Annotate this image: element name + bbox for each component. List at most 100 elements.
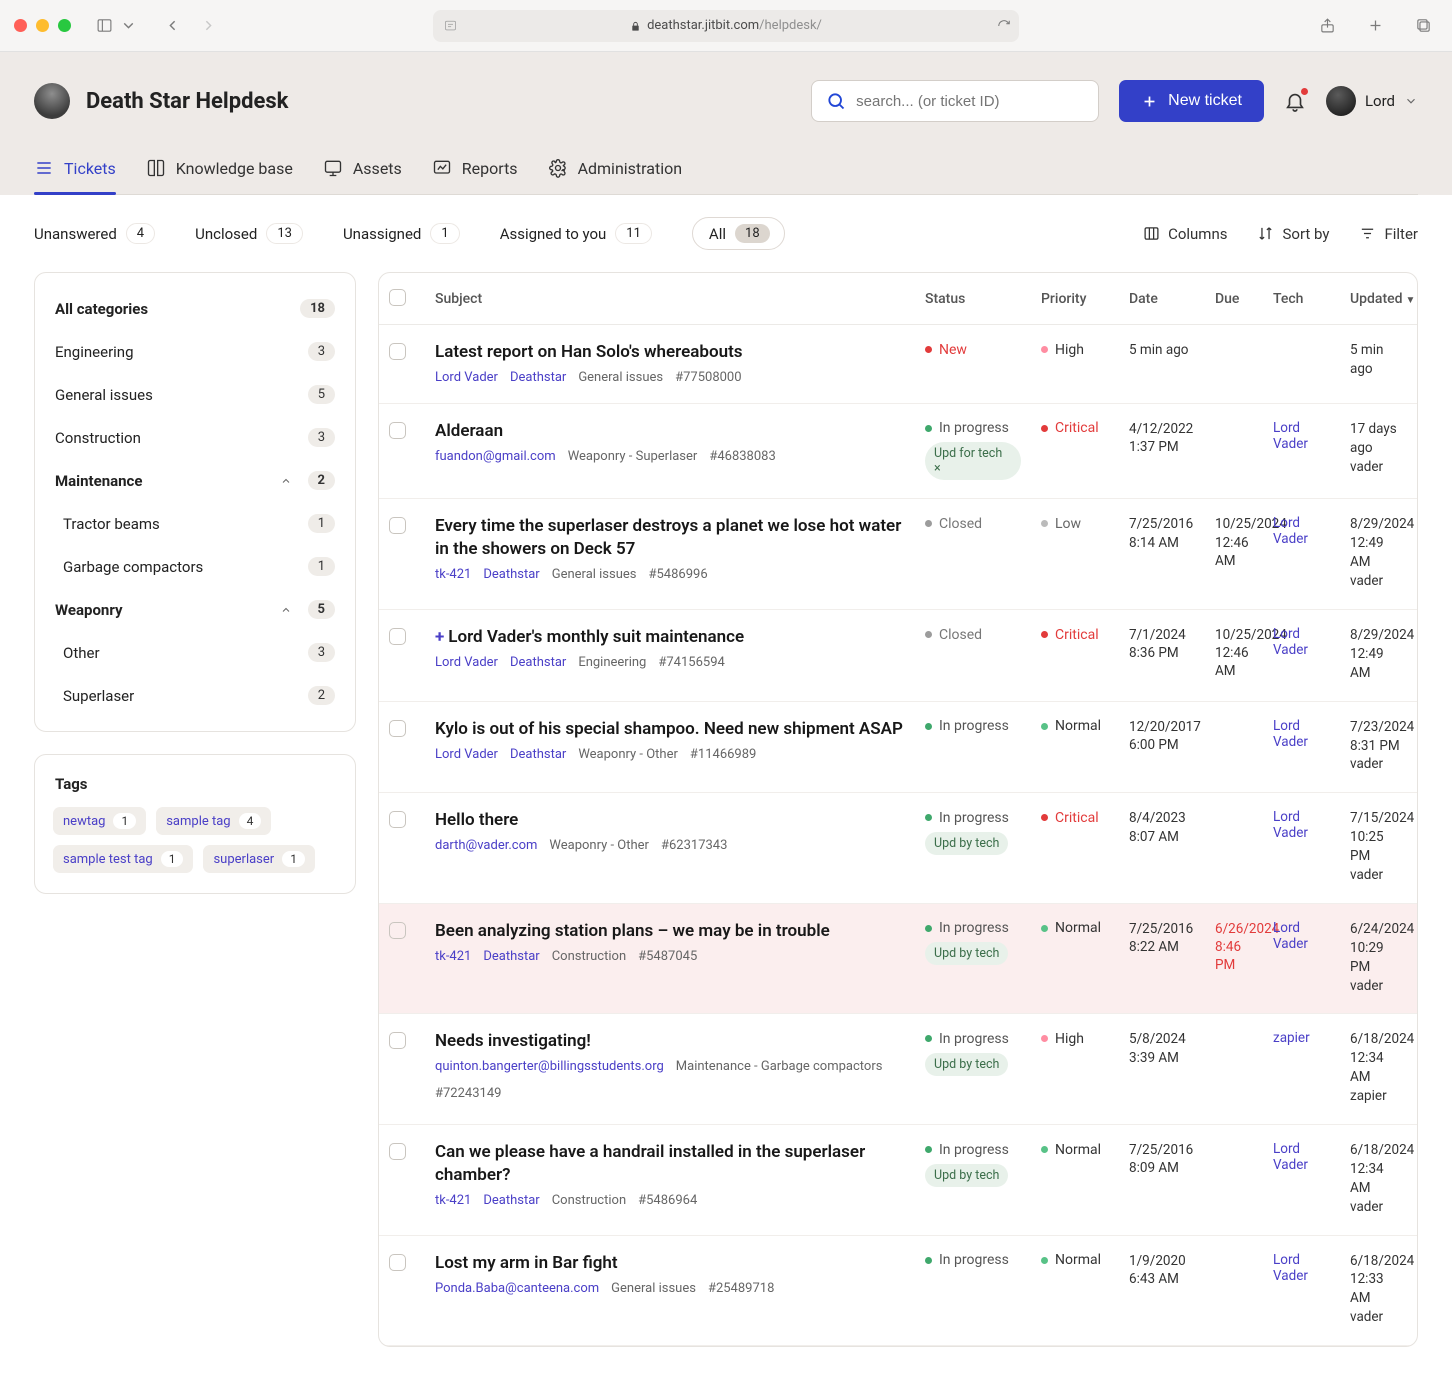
share-icon[interactable]	[1312, 11, 1342, 41]
new-ticket-button[interactable]: New ticket	[1119, 80, 1264, 122]
category-weaponry[interactable]: Weaponry5	[51, 588, 339, 631]
tab-tickets[interactable]: Tickets	[34, 144, 116, 194]
table-row[interactable]: Alderaan fuandon@gmail.comWeaponry - Sup…	[379, 403, 1417, 499]
row-checkbox[interactable]	[389, 922, 406, 939]
table-row[interactable]: +Lord Vader's monthly suit maintenance L…	[379, 610, 1417, 702]
close-window[interactable]	[14, 19, 27, 32]
ticket-title[interactable]: Can we please have a handrail installed …	[435, 1141, 905, 1187]
forward-button[interactable]	[193, 11, 223, 41]
tech-link[interactable]: Lord Vader	[1273, 920, 1308, 952]
search-box[interactable]	[811, 80, 1099, 122]
category-superlaser[interactable]: Superlaser2	[51, 674, 339, 717]
tech-link[interactable]: Lord Vader	[1273, 809, 1308, 841]
row-checkbox[interactable]	[389, 422, 406, 439]
ticket-title[interactable]: Every time the superlaser destroys a pla…	[435, 515, 905, 561]
tech-cell: Lord Vader	[1263, 701, 1340, 793]
chevron-up-icon[interactable]	[280, 604, 292, 616]
reload-icon[interactable]	[997, 19, 1011, 33]
tech-link[interactable]: Lord Vader	[1273, 1252, 1308, 1284]
ticket-title[interactable]: Needs investigating!	[435, 1030, 905, 1053]
table-row[interactable]: Latest report on Han Solo's whereabouts …	[379, 325, 1417, 404]
ticket-title[interactable]: +Lord Vader's monthly suit maintenance	[435, 626, 905, 649]
chevron-up-icon[interactable]	[280, 475, 292, 487]
tech-link[interactable]: Lord Vader	[1273, 718, 1308, 750]
table-row[interactable]: Can we please have a handrail installed …	[379, 1125, 1417, 1236]
gear-icon	[548, 158, 568, 178]
user-menu[interactable]: Lord	[1326, 86, 1418, 116]
col-priority[interactable]: Priority	[1031, 273, 1119, 325]
category-construction[interactable]: Construction3	[51, 416, 339, 459]
columns-button[interactable]: Columns	[1143, 225, 1227, 243]
notifications-button[interactable]	[1284, 90, 1306, 112]
filter-unclosed[interactable]: Unclosed13	[195, 223, 303, 244]
chevron-down-icon[interactable]	[119, 11, 137, 41]
filter-unassigned[interactable]: Unassigned1	[343, 223, 460, 244]
zoom-window[interactable]	[58, 19, 71, 32]
new-tab-icon[interactable]	[1360, 11, 1390, 41]
tag-chip[interactable]: newtag1	[53, 807, 146, 835]
filter-unanswered[interactable]: Unanswered4	[34, 223, 155, 244]
row-checkbox[interactable]	[389, 628, 406, 645]
tabs-icon[interactable]	[1408, 11, 1438, 41]
row-checkbox[interactable]	[389, 343, 406, 360]
row-checkbox[interactable]	[389, 1032, 406, 1049]
minimize-window[interactable]	[36, 19, 49, 32]
search-input[interactable]	[856, 93, 1084, 110]
category-maintenance[interactable]: Maintenance2	[51, 459, 339, 502]
col-due[interactable]: Due	[1205, 273, 1263, 325]
category-tractor-beams[interactable]: Tractor beams1	[51, 502, 339, 545]
tab-reports[interactable]: Reports	[432, 144, 518, 194]
row-checkbox[interactable]	[389, 1254, 406, 1271]
table-row[interactable]: Needs investigating! quinton.bangerter@b…	[379, 1014, 1417, 1125]
tech-cell: Lord Vader	[1263, 1235, 1340, 1346]
tag-chip[interactable]: superlaser1	[203, 845, 314, 873]
ticket-title[interactable]: Kylo is out of his special shampoo. Need…	[435, 718, 905, 741]
row-checkbox[interactable]	[389, 1143, 406, 1160]
ticket-title[interactable]: Been analyzing station plans – we may be…	[435, 920, 905, 943]
tech-link[interactable]: Lord Vader	[1273, 626, 1308, 658]
sub-status-badge: Upd by tech	[925, 942, 1008, 965]
sort-by-button[interactable]: Sort by	[1257, 225, 1329, 243]
ticket-title[interactable]: Lost my arm in Bar fight	[435, 1252, 905, 1275]
table-row[interactable]: Lost my arm in Bar fight Ponda.Baba@cant…	[379, 1235, 1417, 1346]
tech-link[interactable]: zapier	[1273, 1030, 1310, 1046]
select-all-checkbox[interactable]	[389, 289, 406, 306]
filter-button[interactable]: Filter	[1359, 225, 1418, 243]
ticket-title[interactable]: Alderaan	[435, 420, 905, 443]
filter-assigned-to-you[interactable]: Assigned to you11	[500, 223, 652, 244]
category-engineering[interactable]: Engineering3	[51, 330, 339, 373]
reader-icon[interactable]	[443, 18, 458, 33]
table-row[interactable]: Been analyzing station plans – we may be…	[379, 903, 1417, 1014]
tag-chip[interactable]: sample test tag1	[53, 845, 193, 873]
tab-knowledge-base[interactable]: Knowledge base	[146, 144, 293, 194]
table-row[interactable]: Every time the superlaser destroys a pla…	[379, 499, 1417, 610]
address-bar[interactable]: deathstar.jitbit.com/helpdesk/	[433, 10, 1019, 42]
close-icon[interactable]: ×	[934, 461, 941, 476]
row-checkbox[interactable]	[389, 720, 406, 737]
table-row[interactable]: Kylo is out of his special shampoo. Need…	[379, 701, 1417, 793]
tag-chip[interactable]: sample tag4	[156, 807, 271, 835]
ticket-title[interactable]: Hello there	[435, 809, 905, 832]
col-tech[interactable]: Tech	[1263, 273, 1340, 325]
category-other[interactable]: Other3	[51, 631, 339, 674]
category-all[interactable]: All categories18	[51, 287, 339, 330]
category-general-issues[interactable]: General issues5	[51, 373, 339, 416]
tab-administration[interactable]: Administration	[548, 144, 683, 194]
col-status[interactable]: Status	[915, 273, 1031, 325]
col-date[interactable]: Date	[1119, 273, 1205, 325]
row-checkbox[interactable]	[389, 811, 406, 828]
tech-cell: Lord Vader	[1263, 403, 1340, 499]
table-row[interactable]: Hello there darth@vader.comWeaponry - Ot…	[379, 793, 1417, 904]
sidebar-toggle-icon[interactable]	[89, 11, 119, 41]
row-checkbox[interactable]	[389, 517, 406, 534]
category-garbage-compactors[interactable]: Garbage compactors1	[51, 545, 339, 588]
tech-link[interactable]: Lord Vader	[1273, 1141, 1308, 1173]
back-button[interactable]	[157, 11, 187, 41]
tech-link[interactable]: Lord Vader	[1273, 515, 1308, 547]
tab-assets[interactable]: Assets	[323, 144, 402, 194]
col-subject[interactable]: Subject	[425, 273, 915, 325]
filter-all[interactable]: All18	[692, 217, 785, 250]
col-updated[interactable]: Updated▼	[1340, 273, 1417, 325]
tech-link[interactable]: Lord Vader	[1273, 420, 1308, 452]
ticket-title[interactable]: Latest report on Han Solo's whereabouts	[435, 341, 905, 364]
